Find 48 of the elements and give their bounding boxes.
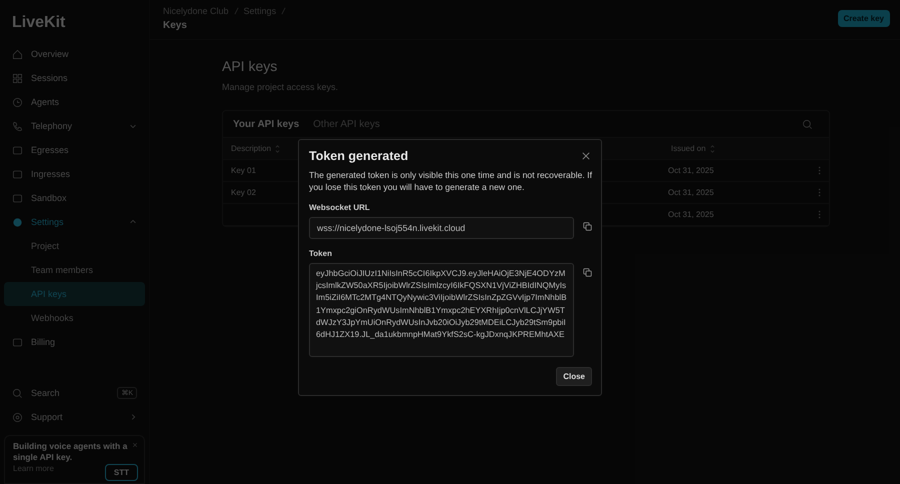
close-button[interactable]: Close [556,367,592,386]
table-cell: Key 02 [231,188,256,197]
square-icon [12,192,23,204]
slash-separator-icon [234,7,239,15]
support-item[interactable]: Support [4,405,145,429]
sort-icon[interactable] [710,144,715,152]
nav-item[interactable]: Telephony [4,114,145,138]
phone-icon [12,120,23,132]
page-heading: Keys [163,20,188,31]
slash-separator-icon [281,7,286,15]
nav-item[interactable]: Overview [4,42,145,66]
promo-text: Building voice agents with a single API key. [13,441,128,463]
nav-item[interactable]: Sandbox [4,186,145,210]
copy-icon[interactable] [583,268,592,277]
dialog-title: Token generated [309,149,408,163]
tab[interactable]: Your API keys [233,118,300,130]
field-label: Token [309,249,333,258]
search-icon[interactable] [802,118,813,130]
token-field[interactable]: eyJhbGciOiJIUzI1NiIsInR5cCI6IkpXVCJ9.eyJleHAiOjE3NjE4ODYzMjcsImlkZW50aXR5IjoibWlrZSIsImlzcyI6IkFQSXN1VjViZHBIdINQMyIsIm5iZiI6MTc2MTg4NTQyNywic3ViIjoibWlrZSIsInZpZGVvIjp7ImNhblB1Ymxpc2giOnRydWUsImNhblB1Ymxpc2hEYXRhIjp0cnVlLCJjYW5TdWJzY3JpYmUiOnRydWUsInJvb20iOiJyb29tMDEiLCJyb29tSm9pbiI6dHJ1ZX19.JL_da1ukbmnpHMat9YkfS2sC-kgJDxnqJKPREMhtAXE [309,263,574,357]
nav-subitem[interactable]: Team members [4,258,145,282]
table-cell: Key 01 [231,166,256,175]
nav-item[interactable]: Agents [4,90,145,114]
url-field[interactable]: wss://nicelydone-lsoj554n.livekit.cloud [309,217,574,239]
create-key-button[interactable]: Create key [838,10,890,27]
section-title: API keys [222,58,278,74]
sort-icon[interactable] [275,144,280,152]
table-cell: Oct 31, 2025 [668,166,714,175]
grid-icon [12,72,23,84]
logo: LiveKit [11,13,66,33]
nav-item[interactable]: Egresses [4,138,145,162]
house-icon [12,48,23,60]
table-cell: Oct 31, 2025 [668,210,714,219]
field-label: Websocket URL [309,203,371,212]
clock-icon [12,96,23,108]
nav-item[interactable]: Ingresses [4,162,145,186]
chevron-icon [129,413,137,421]
dialog-message: The generated token is only visible this one time and is not recoverable. If you lose this token you will have to generate a new one. [309,169,592,193]
nav-subitem[interactable]: Project [4,234,145,258]
copy-icon[interactable] [583,222,592,231]
nav-item[interactable]: Settings [4,210,145,234]
help-icon [12,412,23,422]
search-icon [12,388,23,398]
nav-subitem[interactable]: Webhooks [4,306,145,330]
stt-badge: STT [104,464,138,481]
table-cell: Oct 31, 2025 [668,188,714,197]
nav-item[interactable]: Billing [4,330,145,354]
close-icon[interactable] [582,152,590,160]
nav-item[interactable]: Sessions [4,66,145,90]
